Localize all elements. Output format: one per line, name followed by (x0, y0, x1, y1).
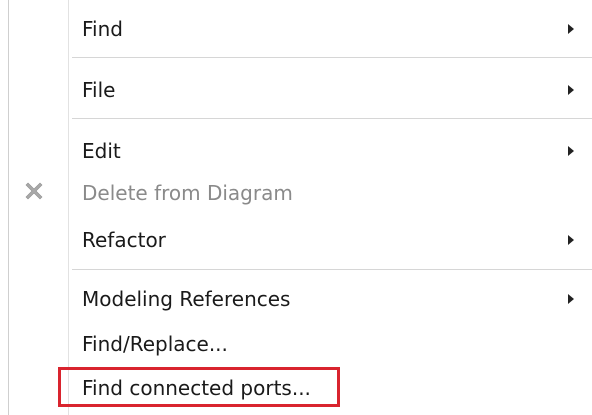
menu-item-label: Edit (82, 139, 121, 163)
menu-item-file[interactable]: File (72, 68, 592, 112)
menu-item-find-connected-ports[interactable]: Find connected ports... (72, 366, 592, 410)
menu-item-refactor[interactable]: Refactor (72, 218, 592, 262)
menu-item-label: Delete from Diagram (82, 181, 293, 205)
delete-x-icon (25, 182, 43, 200)
submenu-arrow-icon (568, 235, 574, 245)
menu-item-modeling-references[interactable]: Modeling References (72, 277, 592, 321)
menu-left-border (8, 0, 9, 415)
submenu-arrow-icon (568, 24, 574, 34)
menu-item-label: Refactor (82, 228, 166, 252)
menu-item-label: Find (82, 17, 123, 41)
menu-item-label: Find/Replace... (82, 332, 228, 356)
menu-item-label: Modeling References (82, 287, 291, 311)
menu-item-delete-from-diagram[interactable]: Delete from Diagram (72, 171, 592, 215)
menu-separator (72, 57, 592, 58)
submenu-arrow-icon (568, 85, 574, 95)
icon-gutter-divider (68, 0, 69, 415)
menu-separator (72, 269, 592, 270)
menu-item-edit[interactable]: Edit (72, 129, 592, 173)
submenu-arrow-icon (568, 294, 574, 304)
context-menu: Find File Edit Delete from Diagram Refac… (0, 0, 592, 415)
menu-item-label: File (82, 78, 116, 102)
menu-separator (72, 118, 592, 119)
menu-item-label: Find connected ports... (82, 376, 311, 400)
submenu-arrow-icon (568, 146, 574, 156)
menu-item-find[interactable]: Find (72, 7, 592, 51)
menu-item-find-replace[interactable]: Find/Replace... (72, 322, 592, 366)
